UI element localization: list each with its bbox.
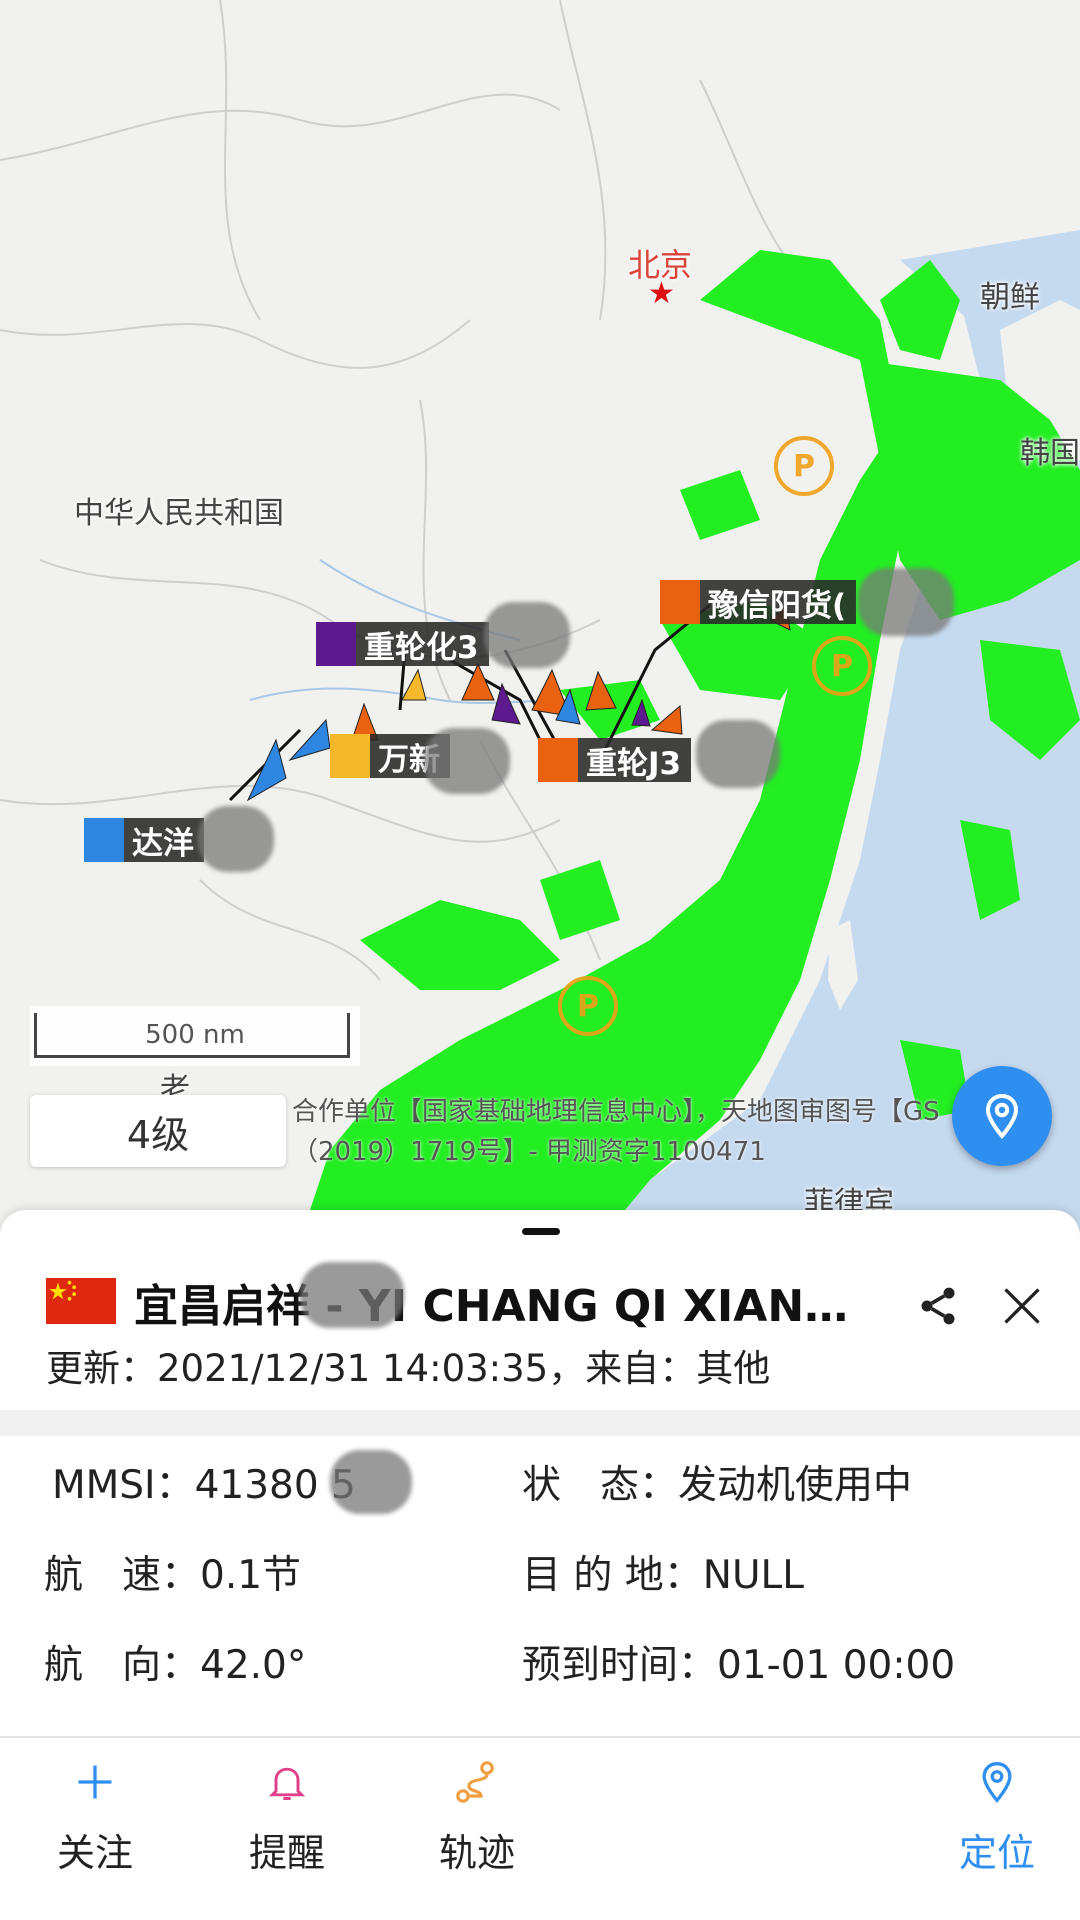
capital-star-icon: ★ [648, 276, 675, 311]
ship-color-swatch [538, 738, 578, 782]
port-marker-icon[interactable]: P [812, 636, 872, 696]
plus-icon [67, 1754, 123, 1810]
redaction-blur [858, 568, 954, 636]
share-icon [921, 1287, 955, 1325]
locate-nav-button[interactable]: 定位 [922, 1754, 1072, 1894]
locate-label: 定位 [958, 1831, 1035, 1875]
place-north-korea: 朝鲜 [980, 280, 1040, 315]
locate-pin-icon [985, 1093, 1019, 1140]
ship-title: 宜昌启祥 - YI CHANG QI XIAN... [134, 1281, 854, 1332]
mmsi-row: MMSI：41380 5 [52, 1454, 356, 1510]
ship-color-swatch [84, 818, 124, 862]
ship-label[interactable]: 重轮化3 [316, 622, 489, 666]
destination-key: 目 的 地： [522, 1553, 703, 1598]
redaction-blur [696, 720, 780, 788]
remind-button[interactable]: 提醒 [212, 1754, 362, 1894]
follow-label: 关注 [56, 1831, 133, 1875]
locate-button[interactable] [952, 1066, 1052, 1166]
map-scale-bar: 500 nm [30, 1006, 360, 1066]
redaction-blur [484, 602, 570, 668]
sheet-drag-handle[interactable] [522, 1228, 560, 1235]
map-view[interactable]: 北京 ★ 朝鲜 韩国 中华人民共和国 菲律宾 老 P P P 重轮化3 豫信阳货… [0, 0, 1080, 1240]
ship-label[interactable]: 达洋 [84, 818, 204, 862]
update-info: 更新：2021/12/31 14:03:35，来自：其他 [46, 1347, 771, 1390]
remind-label: 提醒 [248, 1831, 325, 1875]
speed-value: 0.1节 [200, 1553, 302, 1598]
redaction-blur [424, 728, 510, 794]
zoom-level-badge: 4级 [30, 1095, 286, 1167]
ship-label[interactable]: 豫信阳货( [660, 580, 857, 624]
speed-row: 航 速：0.1节 [44, 1544, 301, 1600]
bell-icon [259, 1754, 315, 1810]
close-icon [1004, 1288, 1040, 1324]
destination-row: 目 的 地：NULL [522, 1544, 804, 1600]
scale-text: 500 nm [145, 1020, 245, 1050]
track-button[interactable]: 轨迹 [402, 1754, 552, 1894]
ship-label[interactable]: 重轮J3 [538, 738, 692, 782]
place-china: 中华人民共和国 [74, 496, 284, 531]
ship-color-swatch [660, 580, 700, 624]
track-label: 轨迹 [438, 1831, 515, 1875]
ship-name: 达洋 [132, 825, 194, 862]
course-value: 42.0° [200, 1643, 307, 1688]
speed-key: 航 速： [44, 1553, 201, 1598]
share-button[interactable] [910, 1278, 966, 1334]
destination-value: NULL [702, 1553, 804, 1598]
route-icon [449, 1754, 505, 1810]
status-row: 状 态：发动机使用中 [522, 1454, 912, 1510]
china-flag-icon [46, 1278, 116, 1324]
ship-color-swatch [316, 622, 356, 666]
ship-name: 重轮化3 [364, 629, 479, 666]
pin-icon [969, 1754, 1025, 1810]
eta-value: 01-01 00:00 [717, 1643, 956, 1688]
ship-color-swatch [330, 734, 370, 778]
map-copyright: 合作单位【国家基础地理信息中心】，天地图审图号【GS（2019）1719号】- … [292, 1097, 940, 1167]
close-button[interactable] [994, 1278, 1050, 1334]
place-korea: 韩国 [1020, 436, 1080, 471]
section-divider [0, 1410, 1080, 1436]
eta-key: 预到时间： [522, 1643, 718, 1688]
mmsi-key: MMSI： [52, 1463, 195, 1508]
status-key: 状 态： [522, 1463, 679, 1508]
ship-name: 重轮J3 [586, 745, 682, 782]
redaction-blur [330, 1450, 412, 1514]
ship-info-sheet: 宜昌启祥 - YI CHANG QI XIAN... 更新：2021/12/31… [0, 1210, 1080, 1920]
eta-row: 预到时间：01-01 00:00 [522, 1634, 955, 1690]
course-row: 航 向：42.0° [44, 1634, 306, 1690]
redaction-blur [300, 1262, 404, 1328]
redaction-blur [198, 806, 274, 872]
course-key: 航 向： [44, 1643, 201, 1688]
status-value: 发动机使用中 [678, 1463, 913, 1508]
port-marker-icon[interactable]: P [774, 436, 834, 496]
port-marker-icon[interactable]: P [558, 976, 618, 1036]
nav-divider [0, 1736, 1080, 1738]
follow-button[interactable]: 关注 [20, 1754, 170, 1894]
ship-name: 豫信阳货( [708, 587, 847, 624]
